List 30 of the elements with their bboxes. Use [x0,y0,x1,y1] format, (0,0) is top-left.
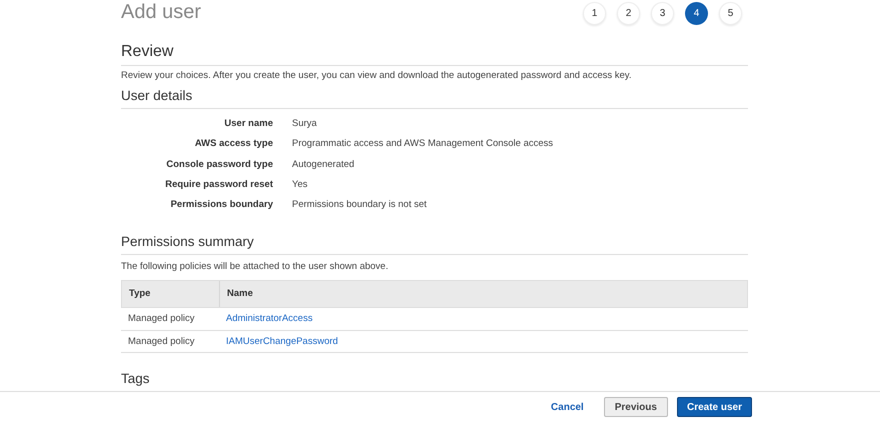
step-indicator[interactable]: 2 [617,2,640,25]
section-heading: User details [121,87,748,109]
field-label: User name [223,117,273,132]
cancel-button[interactable]: Cancel [538,397,596,417]
page-title: Add user [121,0,202,24]
field-value: Yes [292,178,308,192]
previous-button[interactable]: Previous [604,397,668,417]
field-label: AWS access type [194,137,273,152]
table-cell-text: Managed policy [127,334,196,349]
step-indicator[interactable]: 4 [685,2,708,25]
step-indicator[interactable]: 3 [651,2,674,25]
field-value: Autogenerated [292,158,354,172]
create-user-button[interactable]: Create user [676,397,752,417]
field-label: Permissions boundary [170,198,273,212]
field-label: Require password reset [164,178,273,192]
policy-link[interactable]: IAMUserChangePassword [219,334,345,350]
column-header: Type [122,281,220,308]
step-indicator[interactable]: 1 [583,2,606,25]
section-heading: Permissions summary [121,233,748,256]
field-value: Surya [292,117,317,132]
column-header: Name [226,287,254,302]
table-cell-text: Managed policy [127,312,196,326]
step-indicator[interactable]: 5 [719,2,742,25]
field-label: Console password type [165,158,273,172]
description: Review your choices. After you create the user, you can view and download the autogenerated password and access key. [121,69,632,82]
field-value: Permissions boundary is not set [292,198,427,212]
description: The following policies will be attached to the user shown above. [121,260,390,274]
policy-link[interactable]: AdministratorAccess [219,312,320,327]
field-value: Programmatic access and AWS Management Console access [292,137,554,152]
section-heading: Review [121,42,748,66]
